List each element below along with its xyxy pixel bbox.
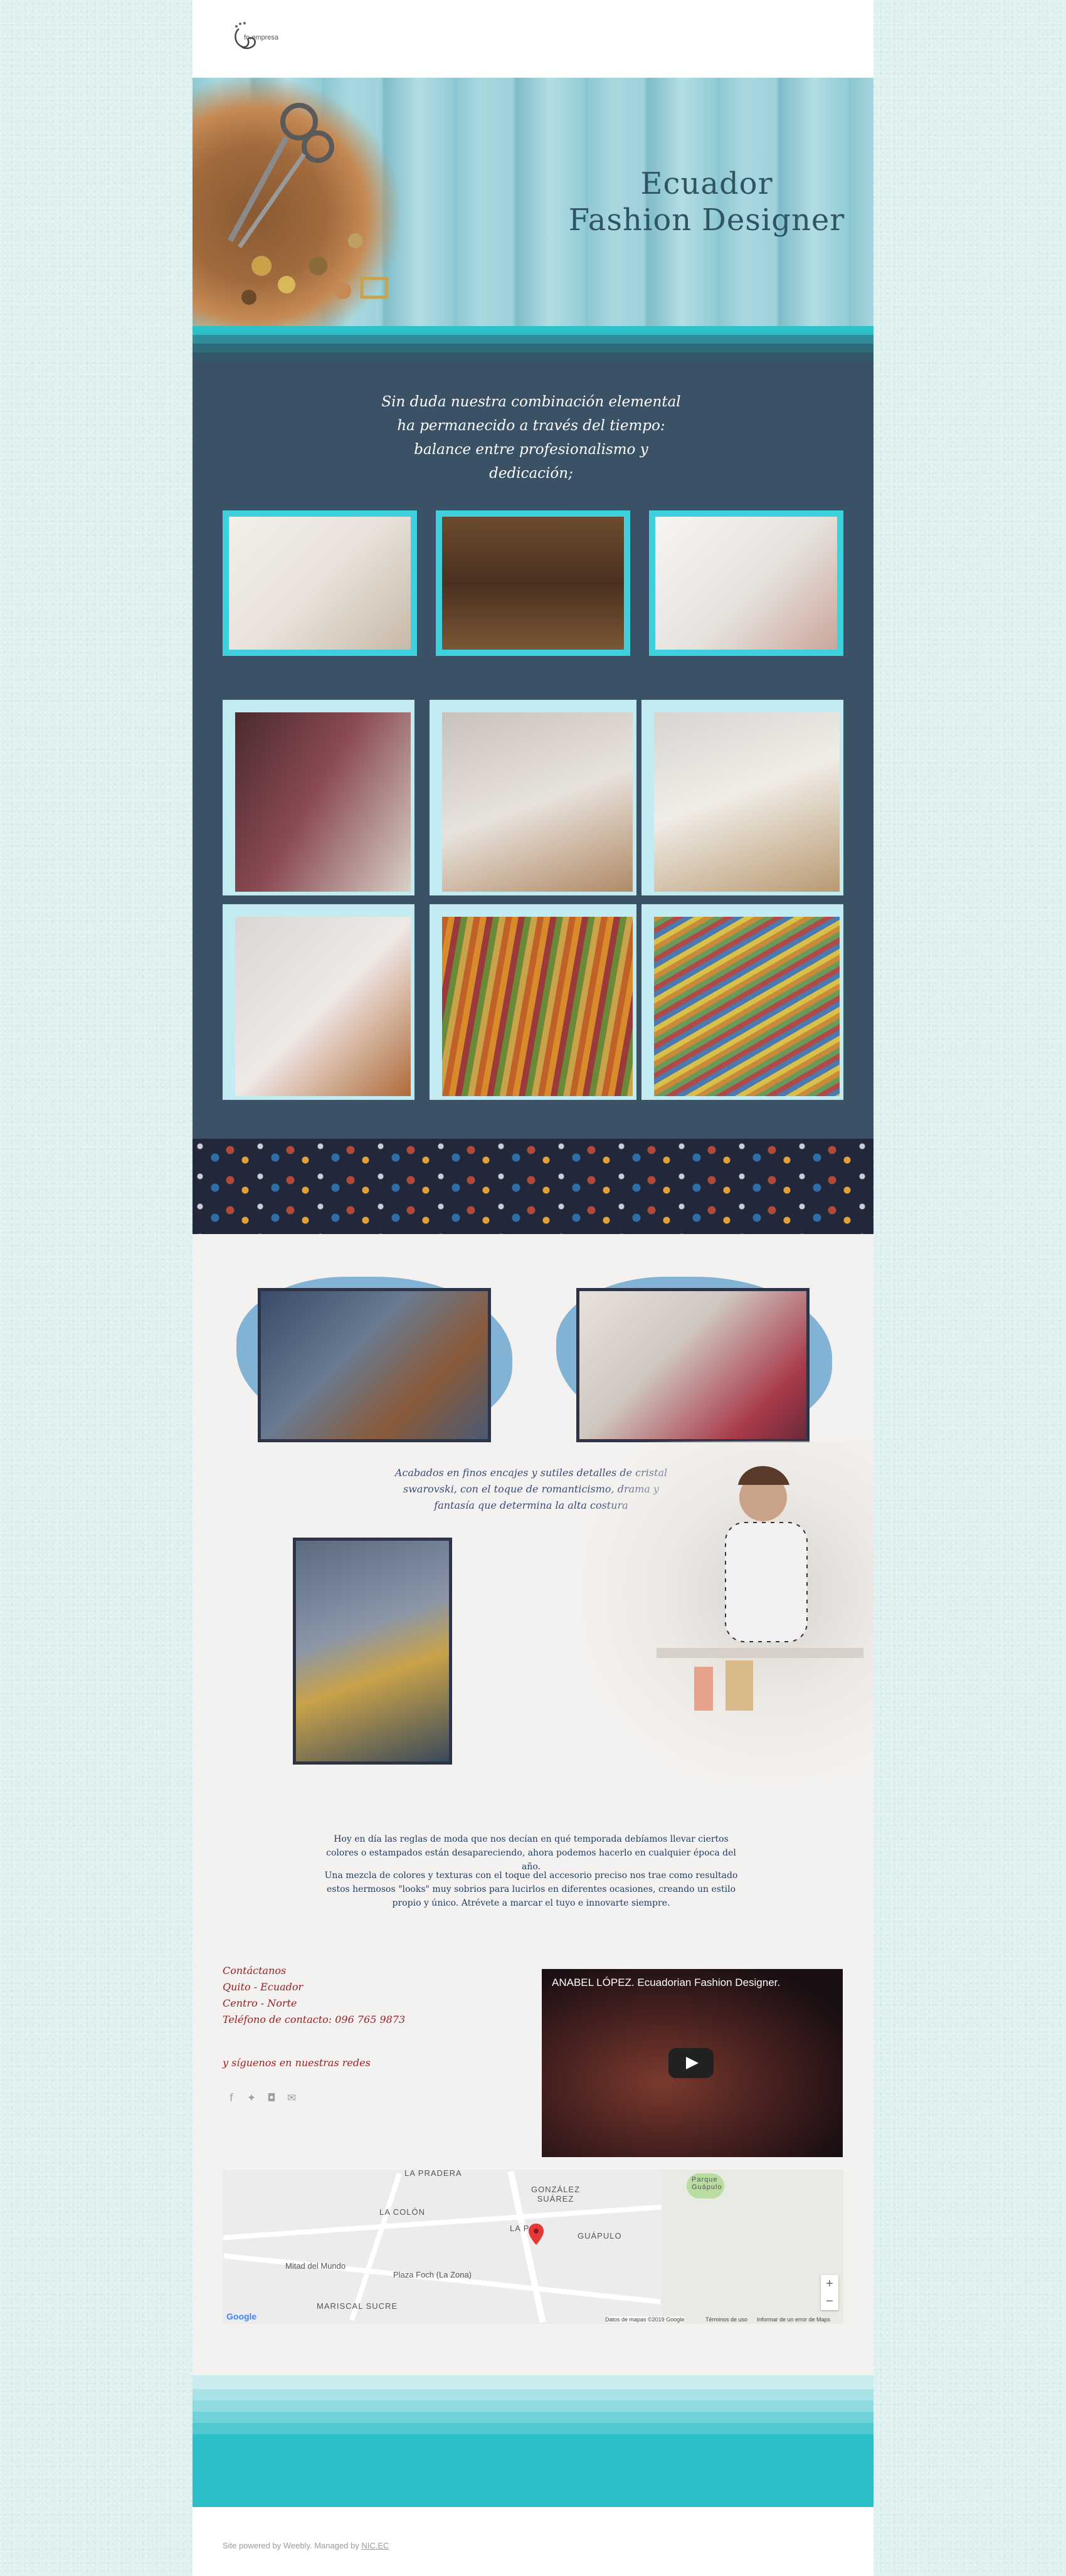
footer-stripe xyxy=(193,2375,873,2389)
map-zoom-out-button[interactable]: − xyxy=(821,2293,838,2310)
play-button[interactable] xyxy=(668,2048,714,2078)
sewing-machine-image xyxy=(655,517,837,650)
intro-quote: Sin duda nuestra combinación elemental h… xyxy=(381,394,681,482)
map-label: MARISCAL SUCRE xyxy=(317,2301,398,2311)
map-label: Plaza Foch (La Zona) xyxy=(393,2270,472,2279)
map-zoom-controls: + − xyxy=(821,2275,838,2310)
buttons-scissors-photo[interactable] xyxy=(258,1288,491,1442)
gallery-frame[interactable] xyxy=(641,700,843,895)
designer-illustration xyxy=(657,1466,863,1711)
map-pin-icon[interactable] xyxy=(529,2224,544,2245)
youtube-video[interactable]: ANABEL LÓPEZ. Ecuadorian Fashion Designe… xyxy=(542,1969,843,2157)
button-box-image xyxy=(442,517,624,650)
hero-title-line1: Ecuador xyxy=(640,166,773,201)
fashion-sketches-image xyxy=(229,517,411,650)
video-title[interactable]: ANABEL LÓPEZ. Ecuadorian Fashion Designe… xyxy=(552,1977,780,1989)
buttons-thread-banner xyxy=(193,1139,873,1234)
colored-pencils-image xyxy=(442,917,633,1096)
map-label: GONZÁLEZ SUÁREZ xyxy=(530,2185,581,2204)
map-zoom-in-button[interactable]: + xyxy=(821,2275,838,2293)
gallery-frame[interactable] xyxy=(641,904,843,1100)
footer-stripe xyxy=(193,2400,873,2412)
contact-heading: Contáctanos xyxy=(223,1965,287,1977)
map-attribution: Datos de mapas ©2019 Google xyxy=(605,2316,685,2323)
hero-title: Ecuador Fashion Designer xyxy=(544,166,870,238)
accessories-photo[interactable] xyxy=(293,1538,452,1765)
gallery-frame[interactable] xyxy=(430,700,636,895)
footer-text: Site powered by Weebly. Managed by NIC.E… xyxy=(223,2541,389,2550)
designer-photo xyxy=(581,1441,873,1780)
scissors-icon xyxy=(228,103,389,305)
gallery-frame[interactable] xyxy=(223,700,414,895)
contact-block: Contáctanos Quito - Ecuador Centro - Nor… xyxy=(223,1963,411,2028)
hero-banner: Ecuador Fashion Designer xyxy=(193,78,873,326)
follow-text: y síguenos en nuestras redes xyxy=(223,2057,371,2069)
color-wheel-easel-image xyxy=(442,712,633,892)
footer-stripe xyxy=(193,2412,873,2423)
sketching-photo[interactable] xyxy=(576,1288,810,1442)
site-header: fo.empresa xyxy=(193,0,873,78)
map-label: LA COLÓN xyxy=(379,2207,426,2217)
instagram-icon[interactable]: ◘ xyxy=(265,2092,278,2104)
showcase-paragraph-2: Una mezcla de colores y texturas con el … xyxy=(324,1871,738,1908)
gallery-frame[interactable] xyxy=(430,904,636,1100)
map-label: GUÁPULO xyxy=(578,2231,622,2241)
map-road xyxy=(349,2172,402,2321)
sewing-tools-image xyxy=(193,78,399,326)
facebook-icon[interactable]: f xyxy=(225,2092,238,2104)
hero-title-line2: Fashion Designer xyxy=(568,203,845,238)
paper-cutout-image xyxy=(235,917,411,1096)
map-label: Mitad del Mundo xyxy=(285,2261,346,2271)
footer-stripe xyxy=(193,2423,873,2434)
map-report-link[interactable]: Informar de un error de Maps xyxy=(757,2316,830,2323)
footer-stripe xyxy=(193,2389,873,2400)
showcase-paragraph-1: Hoy en día las reglas de moda que nos de… xyxy=(326,1834,736,1872)
drawing-hand-image xyxy=(235,712,411,892)
mail-icon[interactable]: ✉ xyxy=(285,2092,298,2104)
gallery-tile[interactable] xyxy=(223,510,417,656)
showcase-section: Acabados en finos encajes y sutiles deta… xyxy=(193,1234,873,2375)
contact-area: Centro - Norte xyxy=(223,1997,297,2009)
google-map[interactable]: LA PRADERA GONZÁLEZ SUÁREZ LA COLÓN LA P… xyxy=(223,2170,843,2324)
intro-section: Sin duda nuestra combinación elemental h… xyxy=(193,361,873,1139)
page: fo.empresa Ecuador Fashion Designer Sin … xyxy=(193,0,873,2576)
divider-stripe xyxy=(193,326,873,335)
logo-text: fo.empresa xyxy=(244,34,279,41)
map-label: Parque Guápulo xyxy=(692,2176,722,2191)
contact-phone[interactable]: Teléfono de contacto: 096 765 9873 xyxy=(223,2012,411,2028)
contact-city: Quito - Ecuador xyxy=(223,1981,303,1993)
footer-stripes xyxy=(193,2375,873,2507)
google-logo: Google xyxy=(226,2311,257,2321)
site-footer: Site powered by Weebly. Managed by NIC.E… xyxy=(193,2507,873,2576)
map-label: LA PRADERA xyxy=(404,2170,462,2178)
footer-stripe xyxy=(193,2434,873,2507)
map-terms-link[interactable]: Términos de uso xyxy=(705,2316,747,2323)
divider-stripe xyxy=(193,352,873,361)
gallery-tile[interactable] xyxy=(649,510,843,656)
gallery-frame[interactable] xyxy=(223,904,414,1100)
footer-link[interactable]: NIC.EC xyxy=(361,2541,389,2550)
divider-stripe xyxy=(193,344,873,352)
footer-powered: Site powered by Weebly. Managed by xyxy=(223,2541,359,2550)
gallery-tile[interactable] xyxy=(436,510,630,656)
divider-stripe xyxy=(193,335,873,344)
twitter-icon[interactable]: ✦ xyxy=(245,2092,258,2104)
pencils-spread-image xyxy=(654,917,840,1096)
social-links: f ✦ ◘ ✉ xyxy=(225,2092,298,2104)
desk-plant-image xyxy=(654,712,840,892)
